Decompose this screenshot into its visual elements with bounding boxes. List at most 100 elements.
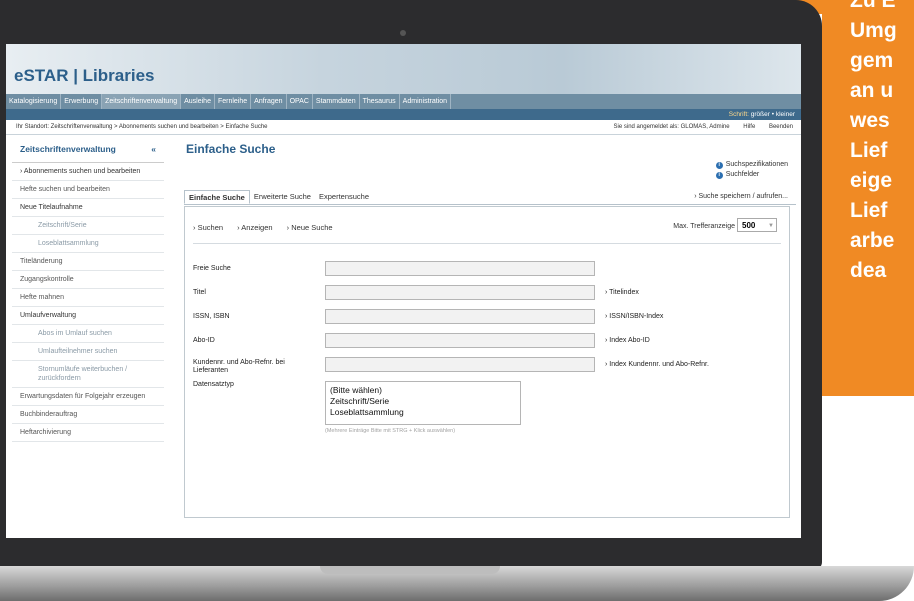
freie-suche-input[interactable] xyxy=(325,261,595,276)
font-label: Schrift: xyxy=(728,111,749,118)
menu-item-administration[interactable]: Administration xyxy=(400,94,452,109)
font-size-bar: Schrift: größer • kleiner xyxy=(6,109,801,120)
tab-erweiterte-suche[interactable]: Erweiterte Suche xyxy=(250,190,315,204)
sidebar-item-zugangskontrolle[interactable]: Zugangskontrolle xyxy=(12,271,164,289)
search-actions: › Suchen › Anzeigen › Neue Suche xyxy=(193,223,345,232)
search-button-label: Suchen xyxy=(197,223,224,232)
menu-item-katalogisierung[interactable]: Katalogisierung xyxy=(6,94,62,109)
sidebar-item-abonnements[interactable]: Abonnements suchen und bearbeiten xyxy=(12,163,164,181)
sidebar-item-titelaenderung[interactable]: Titeländerung xyxy=(12,253,164,271)
sidebar-item-abos-im-umlauf[interactable]: Abos im Umlauf suchen xyxy=(12,325,164,343)
max-hits-value: 500 xyxy=(742,221,756,230)
help-link-suchspezifikationen[interactable]: i Suchspezifikationen xyxy=(715,160,788,170)
laptop-lid: eSTAR | Libraries Katalogisierung Erwerb… xyxy=(0,0,822,570)
sidebar-item-buchbinderauftrag[interactable]: Buchbinderauftrag xyxy=(12,406,164,424)
issn-index-link[interactable]: ISSN/ISBN-Index xyxy=(605,313,663,320)
new-search-button-label: Neue Suche xyxy=(291,223,333,232)
menu-item-thesaurus[interactable]: Thesaurus xyxy=(360,94,400,109)
main-menubar: Katalogisierung Erwerbung Zeitschriftenv… xyxy=(6,94,801,109)
save-search-label: Suche speichern / aufrufen... xyxy=(698,193,789,200)
app-header: eSTAR | Libraries xyxy=(6,44,801,94)
multi-select-hint: (Mehrere Einträge Bitte mit STRG + Klick… xyxy=(325,428,456,434)
menu-item-erwerbung[interactable]: Erwerbung xyxy=(61,94,103,109)
help-link-label: Suchspezifikationen xyxy=(725,161,788,168)
field-label-freie-suche: Freie Suche xyxy=(193,265,231,272)
field-label-titel: Titel xyxy=(193,289,206,296)
issn-input[interactable] xyxy=(325,309,595,324)
main-content: Einfache Suche i Suchspezifikationen i Suc… xyxy=(184,136,796,536)
abo-id-index-link[interactable]: Index Abo-ID xyxy=(605,337,649,344)
divider xyxy=(193,243,781,244)
sidebar-item-hefte-suchen[interactable]: Hefte suchen und bearbeiten xyxy=(12,181,164,199)
camera-icon xyxy=(400,30,406,36)
max-hits-label: Max. Trefferanzeige xyxy=(673,223,735,230)
promo-line: dea xyxy=(850,259,887,282)
info-icon: i xyxy=(715,172,723,179)
promo-line: arbe xyxy=(850,229,895,252)
logged-in-text: Sie sind angemeldet als: GLOMAS, Admine xyxy=(613,124,730,130)
search-button[interactable]: › Suchen xyxy=(193,223,229,232)
font-separator: • xyxy=(771,111,775,118)
titelindex-link[interactable]: Titelindex xyxy=(605,289,639,296)
tab-expertensuche[interactable]: Expertensuche xyxy=(315,190,373,204)
tab-einfache-suche[interactable]: Einfache Suche xyxy=(184,190,250,204)
search-form: › Suchen › Anzeigen › Neue Suche Max. Tr… xyxy=(184,206,790,518)
sidebar-item-umlaufverwaltung[interactable]: Umlaufverwaltung xyxy=(12,307,164,325)
page-title: Einfache Suche xyxy=(186,142,276,156)
listbox-option[interactable]: Loseblattsammlung xyxy=(330,407,516,418)
collapse-sidebar-icon[interactable]: « xyxy=(151,144,156,154)
menu-item-ausleihe[interactable]: Ausleihe xyxy=(181,94,215,109)
show-button[interactable]: › Anzeigen xyxy=(237,223,278,232)
sidebar-item-heftarchivierung[interactable]: Heftarchivierung xyxy=(12,424,164,442)
sidebar-title: Zeitschriftenverwaltung xyxy=(20,144,116,154)
location-bar: Ihr Standort: Zeitschriftenverwaltung > … xyxy=(6,120,801,135)
sidebar-item-hefte-mahnen[interactable]: Hefte mahnen xyxy=(12,289,164,307)
sidebar-header: Zeitschriftenverwaltung « xyxy=(12,136,164,163)
sidebar-item-stornumlaeufe[interactable]: Stornumläufe weiterbuchen / zurückforder… xyxy=(12,361,164,388)
titel-input[interactable] xyxy=(325,285,595,300)
help-link[interactable]: Hilfe xyxy=(743,124,755,130)
help-links: i Suchspezifikationen i Suchfelder xyxy=(715,160,788,180)
sidebar-item-umlaufteilnehmer[interactable]: Umlaufteilnehmer suchen xyxy=(12,343,164,361)
show-button-label: Anzeigen xyxy=(241,223,273,232)
kundennr-input[interactable] xyxy=(325,357,595,372)
menu-item-anfragen[interactable]: Anfragen xyxy=(251,94,287,109)
new-search-button[interactable]: › Neue Suche xyxy=(287,223,339,232)
sidebar: Zeitschriftenverwaltung « Abonnements su… xyxy=(12,136,164,536)
laptop-notch xyxy=(320,566,500,574)
sidebar-item-loseblattsammlung[interactable]: Loseblattsammlung xyxy=(12,235,164,253)
promo-line: Lief xyxy=(850,199,888,222)
promo-line: Umg xyxy=(850,19,897,42)
menu-item-opac[interactable]: OPAC xyxy=(287,94,313,109)
menu-item-fernleihe[interactable]: Fernleihe xyxy=(215,94,252,109)
menu-item-zeitschriftenverwaltung[interactable]: Zeitschriftenverwaltung xyxy=(102,94,182,109)
sidebar-item-zeitschrift-serie[interactable]: Zeitschrift/Serie xyxy=(12,217,164,235)
datensatztyp-listbox[interactable]: (Bitte wählen) Zeitschrift/Serie Losebla… xyxy=(325,381,521,425)
breadcrumb: Ihr Standort: Zeitschriftenverwaltung > … xyxy=(16,124,268,130)
chevron-down-icon: ▼ xyxy=(768,223,774,229)
listbox-option[interactable]: Zeitschrift/Serie xyxy=(330,396,516,407)
menu-item-stammdaten[interactable]: Stammdaten xyxy=(313,94,360,109)
help-link-suchfelder[interactable]: i Suchfelder xyxy=(715,170,788,180)
font-smaller-link[interactable]: kleiner xyxy=(776,111,795,118)
info-icon: i xyxy=(715,162,723,169)
kundennr-index-link[interactable]: Index Kundennr. und Abo-Refnr. xyxy=(605,361,709,368)
promo-line: wes xyxy=(850,109,890,132)
field-label-abo-id: Abo-ID xyxy=(193,337,215,344)
quit-link[interactable]: Beenden xyxy=(769,124,793,130)
field-label-datensatztyp: Datensatztyp xyxy=(193,381,234,388)
promo-line: eige xyxy=(850,169,893,192)
abo-id-input[interactable] xyxy=(325,333,595,348)
field-label-issn: ISSN, ISBN xyxy=(193,313,230,320)
promo-line: an u xyxy=(850,79,894,102)
max-hits-select[interactable]: 500 ▼ xyxy=(737,218,777,232)
font-larger-link[interactable]: größer xyxy=(751,111,770,118)
save-search-link[interactable]: › Suche speichern / aufrufen... xyxy=(694,190,788,204)
font-size-controls: Schrift: größer • kleiner xyxy=(729,109,795,120)
promo-line: Zu E xyxy=(850,0,896,12)
promo-line: Lief xyxy=(850,139,888,162)
sidebar-item-neue-titelaufnahme[interactable]: Neue Titelaufnahme xyxy=(12,199,164,217)
listbox-option[interactable]: (Bitte wählen) xyxy=(330,385,516,396)
laptop-screen: eSTAR | Libraries Katalogisierung Erwerb… xyxy=(6,44,801,538)
sidebar-item-erwartungsdaten[interactable]: Erwartungsdaten für Folgejahr erzeugen xyxy=(12,388,164,406)
